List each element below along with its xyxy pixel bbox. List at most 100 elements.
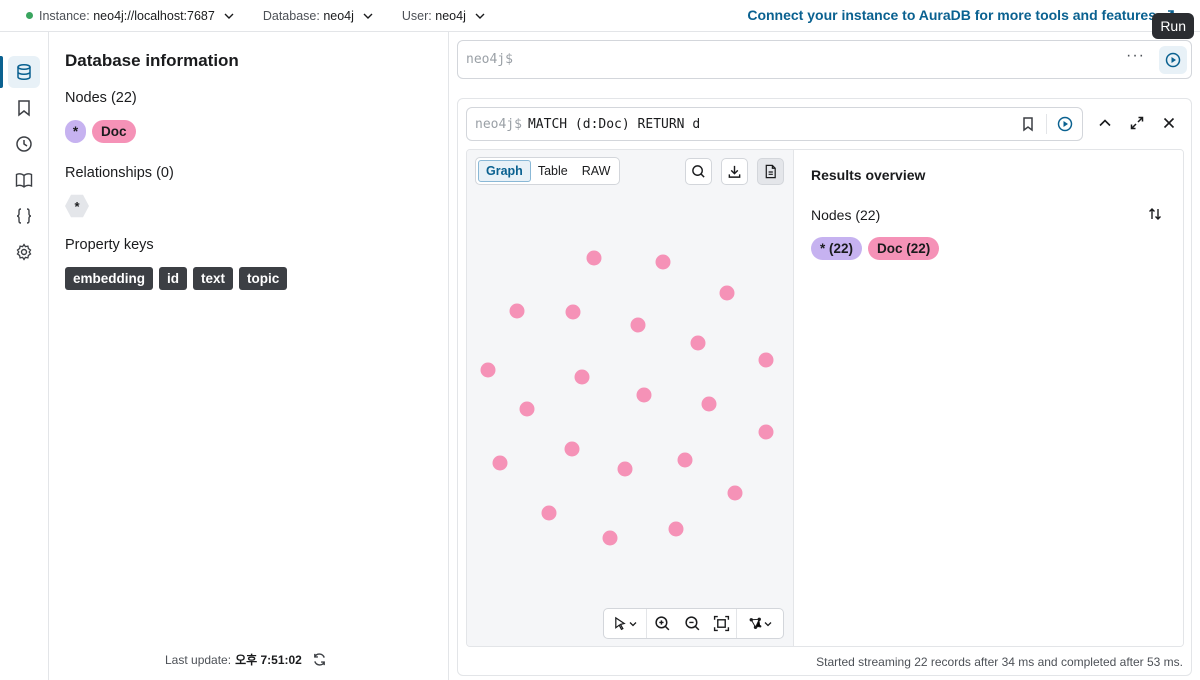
fullscreen-icon[interactable] [1129,115,1145,131]
property-key-chip[interactable]: topic [239,267,288,290]
graph-node[interactable] [727,485,743,501]
refresh-icon[interactable] [312,652,327,667]
details-panel-button[interactable] [757,158,784,185]
layout-button[interactable] [737,609,783,638]
graph-node[interactable] [758,352,774,368]
chevron-down-icon [629,621,636,626]
overview-title: Results overview [811,167,926,183]
tab-table[interactable]: Table [531,161,575,181]
fit-to-screen-button[interactable] [707,609,737,638]
graph-node[interactable] [701,396,717,412]
instance-label: Instance: [39,8,90,23]
visualization-container: Graph Table RAW Results overview Nodes (… [466,149,1184,647]
zoom-in-button[interactable] [647,609,677,638]
node-label-chip-all[interactable]: * [65,120,86,143]
database-label: Database: [262,8,320,23]
graph-node[interactable] [492,455,508,471]
zoom-in-icon [654,616,669,631]
database-icon [17,63,31,81]
graph-search-button[interactable] [685,158,712,185]
property-keys-heading: Property keys [65,237,154,253]
last-update-value: 오후 7:51:02 [235,653,302,667]
tab-raw[interactable]: RAW [575,161,618,181]
graph-node[interactable] [480,362,496,378]
graph-node[interactable] [758,424,774,440]
zoom-out-icon [684,616,699,631]
result-frame: neo4j$ MATCH (d:Doc) RETURN d Graph Table… [457,98,1192,676]
select-mode-button[interactable] [604,609,647,638]
document-icon [765,164,776,179]
play-icon[interactable] [1057,116,1073,132]
active-indicator [0,56,3,88]
graph-node[interactable] [564,441,580,457]
bookmark-icon [18,100,30,117]
graph-node[interactable] [602,530,618,546]
parameters-button[interactable] [8,200,40,232]
gear-icon [16,243,32,261]
property-key-chip[interactable]: embedding [65,267,154,290]
graph-node[interactable] [668,521,684,537]
bookmark-icon[interactable] [1020,116,1036,132]
cursor-icon [614,616,626,631]
download-button[interactable] [721,158,748,185]
collapse-icon[interactable] [1097,115,1113,131]
property-key-chip[interactable]: id [159,267,188,290]
run-tooltip: Run [1152,13,1194,39]
user-selector[interactable]: User: neo4j [402,8,488,24]
graph-node[interactable] [655,254,671,270]
relationship-type-chip-all[interactable]: * [65,194,89,218]
editor-prompt: neo4j$ [466,52,513,67]
instance-selector[interactable]: Instance: neo4j://localhost:7687 [0,8,237,24]
frame-status-text: Started streaming 22 records after 34 ms… [816,655,1183,669]
graph-node[interactable] [617,461,633,477]
last-update: Last update: 오후 7:51:02 [165,651,327,668]
chevron-down-icon [764,621,771,626]
results-overview-panel: Results overview Nodes (22) * (22) Doc (… [795,150,1183,646]
layout-icon [749,617,761,629]
database-selector[interactable]: Database: neo4j [263,8,376,24]
property-key-chip[interactable]: text [193,267,234,290]
graph-node[interactable] [509,303,525,319]
tab-graph[interactable]: Graph [478,160,531,182]
graph-node[interactable] [565,304,581,320]
frame-prompt-text: neo4j$ [475,117,522,132]
graph-canvas[interactable]: Graph Table RAW [467,150,794,646]
graph-node[interactable] [636,387,652,403]
last-update-label: Last update: [165,652,232,667]
braces-icon [16,208,32,224]
frame-prompt: neo4j$ MATCH (d:Doc) RETURN d [475,117,700,132]
auradb-link-text: Connect your instance to AuraDB for more… [747,7,1156,23]
graph-node[interactable] [541,505,557,521]
auradb-link[interactable]: Connect your instance to AuraDB for more… [747,7,1176,23]
instance-value: neo4j://localhost:7687 [93,8,215,23]
database-info-button[interactable] [8,56,40,88]
graph-node[interactable] [719,285,735,301]
frame-query-editor[interactable]: neo4j$ MATCH (d:Doc) RETURN d [466,107,1083,141]
overview-chip-doc[interactable]: Doc (22) [868,237,940,260]
history-button[interactable] [8,128,40,160]
overview-chip-all[interactable]: * (22) [811,237,863,260]
cypher-editor[interactable]: neo4j$ ··· [457,40,1192,79]
settings-button[interactable] [8,236,40,268]
icon-rail [0,32,49,680]
search-icon [692,165,705,178]
graph-svg [480,250,774,546]
sort-icon[interactable] [1147,206,1163,222]
relationships-heading: Relationships (0) [65,165,174,181]
nodes-heading: Nodes (22) [65,90,137,106]
saved-cypher-button[interactable] [8,92,40,124]
graph-node[interactable] [690,335,706,351]
zoom-out-button[interactable] [677,609,707,638]
editor-more-button[interactable]: ··· [1126,47,1145,65]
graph-node[interactable] [586,250,602,266]
graph-node[interactable] [630,317,646,333]
run-button[interactable] [1159,46,1187,74]
graph-node[interactable] [519,401,535,417]
node-label-chip-doc[interactable]: Doc [92,120,136,143]
chevron-down-icon [475,13,485,19]
close-icon[interactable] [1161,115,1177,131]
graph-node[interactable] [574,369,590,385]
graph-node[interactable] [677,452,693,468]
book-icon [15,173,33,188]
guides-button[interactable] [8,164,40,196]
